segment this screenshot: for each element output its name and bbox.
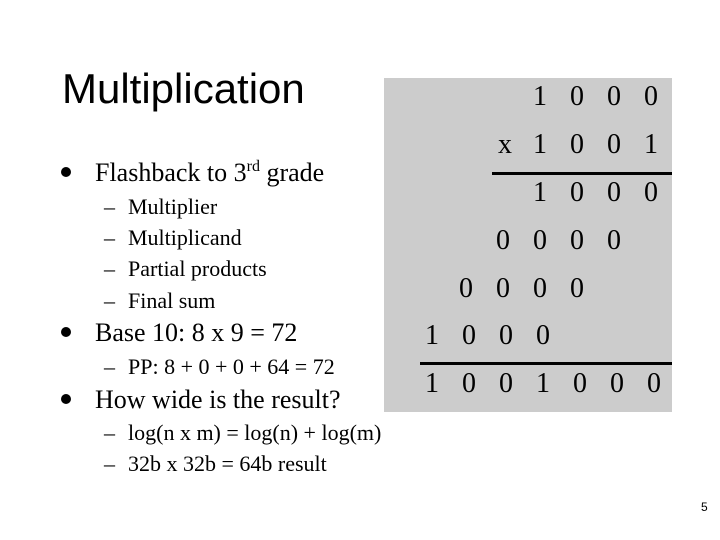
partial-product-digit: 0 xyxy=(462,320,476,351)
partial-product-digit: 0 xyxy=(607,177,621,208)
sum-rule xyxy=(420,362,672,365)
bullet-icon xyxy=(61,327,71,337)
partial-product-digit: 0 xyxy=(607,225,621,256)
partial-product-digit: 1 xyxy=(425,320,439,351)
partial-product-digit: 0 xyxy=(570,273,584,304)
multiplier-digit: 1 xyxy=(533,129,547,160)
result-digit: 1 xyxy=(425,368,439,399)
multiply-operator: x xyxy=(498,129,512,160)
partial-product-digit: 0 xyxy=(644,177,658,208)
partial-product-digit: 0 xyxy=(496,273,510,304)
result-digit: 0 xyxy=(462,368,476,399)
multiplicand-digit: 0 xyxy=(570,81,584,112)
partial-product-digit: 0 xyxy=(536,320,550,351)
result-digit: 0 xyxy=(610,368,624,399)
partial-product-digit: 0 xyxy=(533,273,547,304)
dash-icon: – xyxy=(104,194,115,219)
result-digit: 0 xyxy=(573,368,587,399)
slide: Multiplication Flashback to 3rd grade – … xyxy=(0,0,720,540)
sub-item: Multiplier xyxy=(128,194,218,219)
bullet-base10: Base 10: 8 x 9 = 72 xyxy=(95,318,298,347)
sub-item: 32b x 32b = 64b result xyxy=(128,451,327,476)
dash-icon: – xyxy=(104,256,115,281)
slide-title: Multiplication xyxy=(62,65,305,112)
bullet-icon xyxy=(61,167,71,177)
dash-icon: – xyxy=(104,420,115,445)
product-rule xyxy=(492,172,672,175)
bullet-result-width: How wide is the result? xyxy=(95,385,341,414)
sub-item: PP: 8 + 0 + 0 + 64 = 72 xyxy=(128,354,335,379)
partial-product-digit: 0 xyxy=(459,273,473,304)
partial-product-digit: 0 xyxy=(496,225,510,256)
multiplicand-digit: 0 xyxy=(644,81,658,112)
multiplier-digit: 1 xyxy=(644,129,658,160)
partial-product-digit: 0 xyxy=(570,177,584,208)
sub-item: Final sum xyxy=(128,288,216,313)
dash-icon: – xyxy=(104,451,115,476)
multiplicand-digit: 0 xyxy=(607,81,621,112)
result-digit: 1 xyxy=(536,368,550,399)
sub-item: log(n x m) = log(n) + log(m) xyxy=(128,420,382,445)
result-digit: 0 xyxy=(499,368,513,399)
bullet-icon xyxy=(61,394,71,404)
partial-product-digit: 0 xyxy=(499,320,513,351)
partial-product-digit: 0 xyxy=(570,225,584,256)
multiplier-digit: 0 xyxy=(570,129,584,160)
dash-icon: – xyxy=(104,288,115,313)
page-number: 5 xyxy=(701,500,708,514)
superscript: rd xyxy=(246,158,260,175)
sub-item: Multiplicand xyxy=(128,225,242,250)
multiplier-digit: 0 xyxy=(607,129,621,160)
dash-icon: – xyxy=(104,354,115,379)
dash-icon: – xyxy=(104,225,115,250)
multiplicand-digit: 1 xyxy=(533,81,547,112)
result-digit: 0 xyxy=(647,368,661,399)
partial-product-digit: 1 xyxy=(533,177,547,208)
partial-product-digit: 0 xyxy=(533,225,547,256)
sub-item: Partial products xyxy=(128,256,267,281)
